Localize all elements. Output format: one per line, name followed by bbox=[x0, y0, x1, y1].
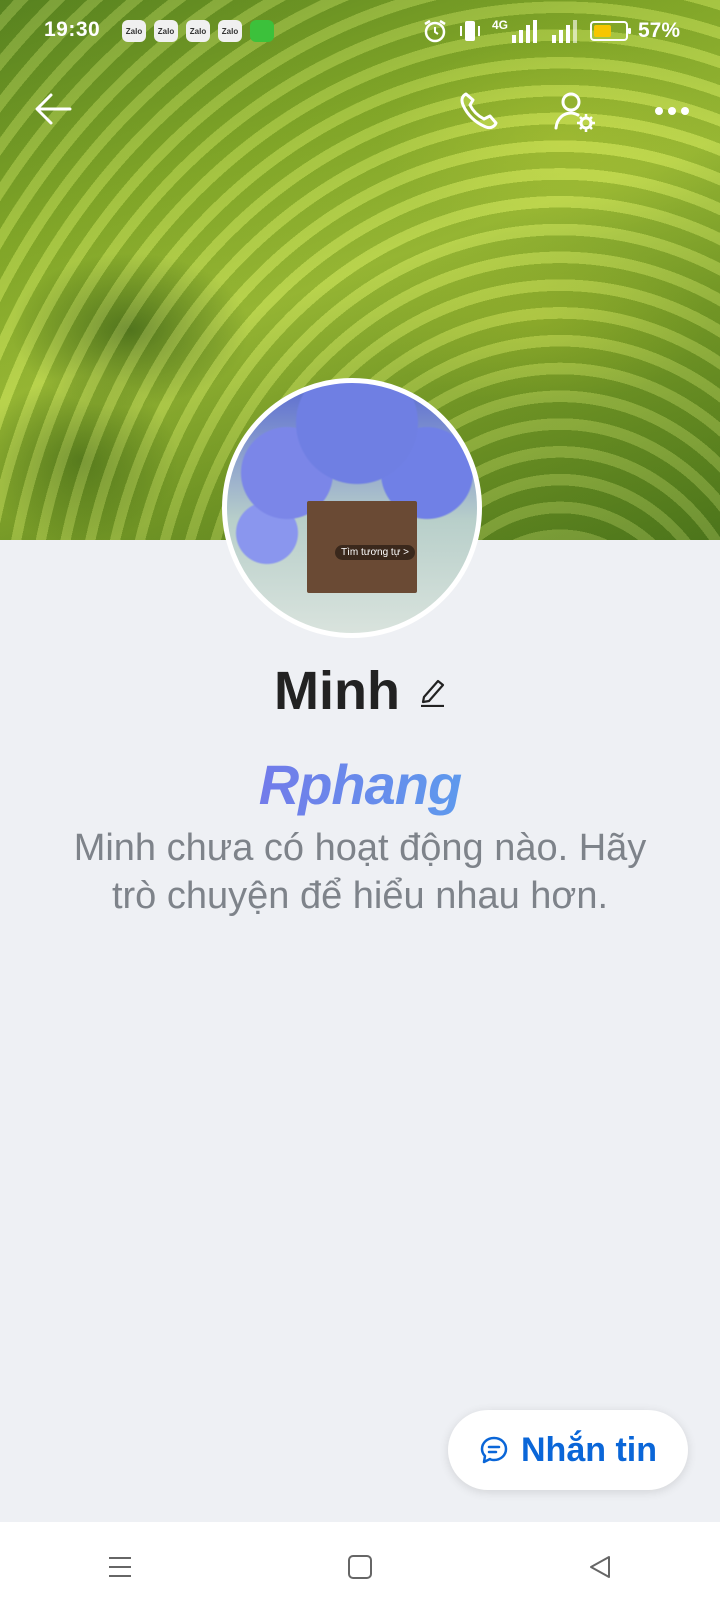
signal-icon bbox=[551, 20, 577, 43]
status-time: 19:30 bbox=[44, 18, 101, 41]
system-nav-bar bbox=[0, 1522, 720, 1612]
avatar[interactable]: Tìm tương tự > bbox=[222, 378, 482, 638]
zalo-notification-icon: Zalo bbox=[218, 20, 242, 42]
network-type: 4G bbox=[491, 18, 508, 32]
status-bar: 19:30 Zalo Zalo Zalo Zalo 4G 57% bbox=[0, 0, 720, 60]
pencil-icon[interactable] bbox=[418, 675, 446, 707]
chat-bubble-icon bbox=[480, 1436, 508, 1464]
battery-percent: 57% bbox=[637, 19, 680, 42]
call-button[interactable] bbox=[458, 90, 500, 135]
zalo-notification-icon: Zalo bbox=[186, 20, 210, 42]
signal-icon bbox=[511, 20, 537, 43]
name-row: Minh bbox=[0, 660, 720, 722]
square-icon bbox=[348, 1555, 372, 1579]
user-gear-icon bbox=[554, 92, 595, 132]
messages-notification-icon bbox=[250, 20, 274, 42]
battery-icon bbox=[589, 21, 631, 41]
status-right: 4G 57% bbox=[422, 18, 680, 44]
empty-activity-message: Minh chưa có hoạt động nào. Hãy trò chuy… bbox=[73, 827, 647, 917]
battery-fill bbox=[593, 25, 612, 37]
arrow-left-icon bbox=[35, 93, 72, 125]
profile-name: Minh bbox=[274, 661, 400, 721]
nav-back-button[interactable] bbox=[570, 1537, 630, 1597]
watermark-logo: Rphang bbox=[0, 752, 720, 817]
notification-icons: Zalo Zalo Zalo Zalo bbox=[122, 20, 274, 44]
find-similar-chip[interactable]: Tìm tương tự > bbox=[335, 545, 416, 560]
phone-icon bbox=[460, 92, 498, 130]
message-button[interactable]: Nhắn tin bbox=[448, 1410, 688, 1490]
triangle-back-icon bbox=[590, 1556, 610, 1578]
more-horizontal-icon bbox=[655, 107, 689, 115]
nav-menu-button[interactable] bbox=[90, 1537, 150, 1597]
profile-settings-button[interactable] bbox=[554, 90, 598, 139]
vibrate-icon bbox=[459, 21, 480, 41]
nav-home-button[interactable] bbox=[330, 1537, 390, 1597]
zalo-notification-icon: Zalo bbox=[122, 20, 146, 42]
menu-icon bbox=[109, 1557, 131, 1577]
alarm-icon bbox=[424, 19, 446, 43]
more-button[interactable] bbox=[654, 104, 690, 122]
back-button[interactable] bbox=[34, 92, 72, 131]
message-button-label: Nhắn tin bbox=[521, 1430, 657, 1469]
zalo-notification-icon: Zalo bbox=[154, 20, 178, 42]
